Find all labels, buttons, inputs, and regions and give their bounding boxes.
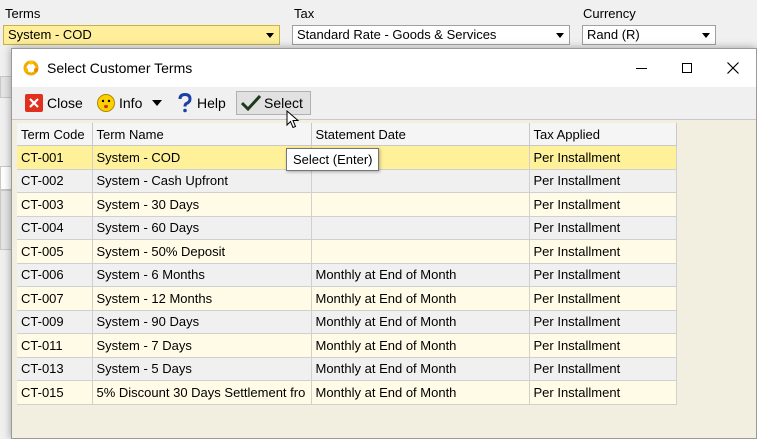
currency-label: Currency [583, 6, 636, 21]
mouse-cursor-icon [286, 110, 300, 129]
term-name-cell: System - 7 Days [92, 333, 312, 358]
maximize-icon [682, 63, 692, 73]
term-name-cell: System - 30 Days [92, 192, 312, 217]
table-row[interactable]: CT-006 System - 6 Months Monthly at End … [17, 263, 677, 287]
checkmark-icon [241, 94, 261, 112]
dropdown-arrow-icon[interactable] [556, 33, 564, 38]
select-tooltip: Select (Enter) [286, 148, 380, 171]
tax-applied-cell: Per Installment [529, 239, 677, 264]
info-smiley-icon [97, 94, 115, 112]
table-row[interactable]: CT-002 System - Cash Upfront Per Install… [17, 169, 677, 193]
table-row[interactable]: CT-015 5% Discount 30 Days Settlement fr… [17, 380, 677, 405]
select-customer-terms-dialog: Select Customer Terms Close Info Help Se… [11, 48, 757, 439]
term-code-cell: CT-015 [17, 380, 93, 405]
dialog-toolbar: Close Info Help Select [12, 87, 756, 120]
minimize-icon [635, 67, 647, 69]
term-name-cell: System - 5 Days [92, 357, 312, 381]
currency-dropdown[interactable]: Rand (R) [582, 25, 716, 45]
statement-date-cell [311, 169, 530, 193]
tax-applied-cell: Per Installment [529, 380, 677, 405]
term-code-cell: CT-007 [17, 286, 93, 311]
term-name-cell: System - COD [92, 145, 312, 170]
currency-value: Rand (R) [587, 27, 640, 42]
tax-applied-cell: Per Installment [529, 286, 677, 311]
term-code-cell: CT-001 [17, 145, 93, 170]
statement-date-cell: Monthly at End of Month [311, 357, 530, 381]
tax-applied-cell: Per Installment [529, 169, 677, 193]
tax-value: Standard Rate - Goods & Services [297, 27, 497, 42]
maximize-button[interactable] [664, 49, 710, 87]
app-logo-icon [23, 60, 39, 76]
term-name-cell: System - 60 Days [92, 216, 312, 240]
term-code-cell: CT-002 [17, 169, 93, 193]
select-button-label: Select [264, 95, 303, 111]
column-header-term-code[interactable]: Term Code [17, 123, 93, 146]
tax-applied-cell: Per Installment [529, 192, 677, 217]
statement-date-cell [311, 239, 530, 264]
close-button-label: Close [47, 95, 83, 111]
tax-applied-cell: Per Installment [529, 263, 677, 287]
statement-date-cell: Monthly at End of Month [311, 333, 530, 358]
column-header-tax-applied[interactable]: Tax Applied [529, 123, 677, 146]
close-red-x-icon [25, 94, 43, 112]
table-row[interactable]: CT-004 System - 60 Days Per Installment [17, 216, 677, 240]
term-name-cell: System - 90 Days [92, 310, 312, 334]
term-code-cell: CT-005 [17, 239, 93, 264]
terms-label: Terms [5, 6, 41, 21]
term-name-cell: System - 50% Deposit [92, 239, 312, 264]
table-row[interactable]: CT-013 System - 5 Days Monthly at End of… [17, 357, 677, 381]
term-code-cell: CT-004 [17, 216, 93, 240]
tax-applied-cell: Per Installment [529, 310, 677, 334]
tax-dropdown[interactable]: Standard Rate - Goods & Services [292, 25, 570, 45]
statement-date-cell: Monthly at End of Month [311, 380, 530, 405]
info-dropdown-arrow-icon[interactable] [151, 99, 163, 107]
minimize-button[interactable] [618, 49, 664, 87]
close-icon [727, 62, 739, 74]
term-name-cell: System - 12 Months [92, 286, 312, 311]
table-row[interactable]: CT-003 System - 30 Days Per Installment [17, 192, 677, 217]
term-name-cell: 5% Discount 30 Days Settlement fro [92, 380, 312, 405]
grid-header-row: Term Code Term Name Statement Date Tax A… [17, 123, 677, 146]
dropdown-arrow-icon[interactable] [702, 33, 710, 38]
table-row[interactable]: CT-005 System - 50% Deposit Per Installm… [17, 239, 677, 264]
statement-date-cell: Monthly at End of Month [311, 286, 530, 311]
help-question-icon [178, 93, 192, 113]
terms-value: System - COD [8, 27, 92, 42]
term-code-cell: CT-009 [17, 310, 93, 334]
tax-applied-cell: Per Installment [529, 333, 677, 358]
close-window-button[interactable] [710, 49, 756, 87]
term-code-cell: CT-006 [17, 263, 93, 287]
dropdown-arrow-icon[interactable] [266, 33, 274, 38]
term-name-cell: System - 6 Months [92, 263, 312, 287]
term-code-cell: CT-003 [17, 192, 93, 217]
table-row[interactable]: CT-007 System - 12 Months Monthly at End… [17, 286, 677, 311]
help-button-label: Help [197, 95, 226, 111]
term-code-cell: CT-011 [17, 333, 93, 358]
statement-date-cell [311, 216, 530, 240]
close-button[interactable]: Close [24, 91, 83, 115]
term-name-cell: System - Cash Upfront [92, 169, 312, 193]
tax-label: Tax [294, 6, 315, 21]
column-header-statement-date[interactable]: Statement Date [311, 123, 530, 146]
statement-date-cell [311, 192, 530, 217]
table-row[interactable]: CT-009 System - 90 Days Monthly at End o… [17, 310, 677, 334]
help-button[interactable]: Help [176, 91, 226, 115]
tax-applied-cell: Per Installment [529, 357, 677, 381]
tax-applied-cell: Per Installment [529, 145, 677, 170]
statement-date-cell: Monthly at End of Month [311, 263, 530, 287]
dialog-titlebar[interactable]: Select Customer Terms [12, 49, 756, 87]
terms-dropdown[interactable]: System - COD [3, 25, 280, 45]
term-code-cell: CT-013 [17, 357, 93, 381]
table-row[interactable]: CT-011 System - 7 Days Monthly at End of… [17, 333, 677, 358]
statement-date-cell: Monthly at End of Month [311, 310, 530, 334]
info-button-label: Info [119, 95, 143, 111]
dialog-title: Select Customer Terms [47, 60, 193, 76]
tax-applied-cell: Per Installment [529, 216, 677, 240]
column-header-term-name[interactable]: Term Name [92, 123, 312, 146]
info-button[interactable]: Info [96, 91, 163, 115]
